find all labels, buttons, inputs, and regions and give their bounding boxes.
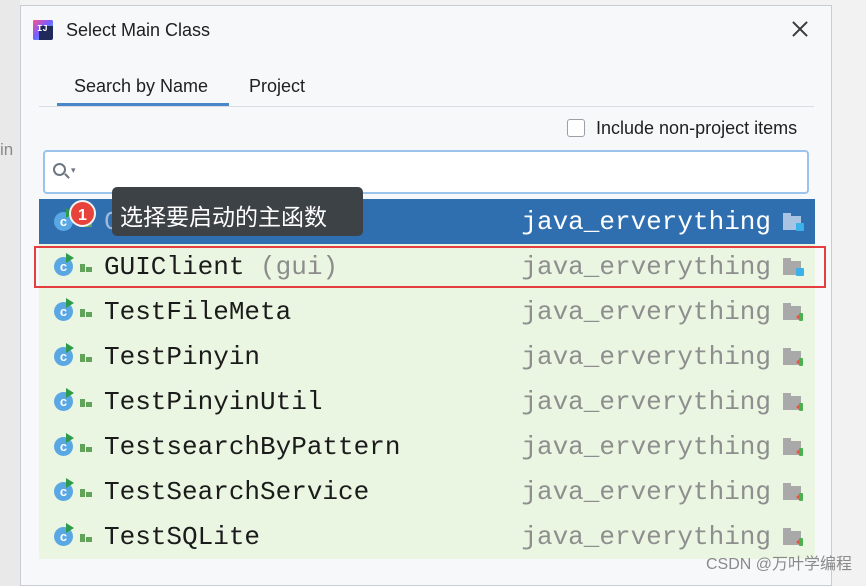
test-module-folder-icon [783,483,805,501]
result-row[interactable]: c TestFileMeta java_erverything [39,289,815,334]
annotation-step-badge: 1 [69,200,96,227]
background-window-edge [0,0,20,586]
include-non-project-label[interactable]: Include non-project items [596,118,797,139]
result-module-name: java_erverything [521,207,771,237]
runnable-class-icon: c [54,478,74,502]
tab-bar: Search by Name Project [39,66,814,107]
access-modifier-icon [80,444,92,452]
access-modifier-icon [80,489,92,497]
runnable-class-icon: c [54,253,74,277]
access-modifier-icon [80,534,92,542]
background-text-fragment: in [0,140,14,159]
test-module-folder-icon [783,348,805,366]
result-module-name: java_erverything [521,297,771,327]
result-module-name: java_erverything [521,252,771,282]
access-modifier-icon [80,354,92,362]
module-folder-icon [783,213,805,231]
result-row[interactable]: c TestSQLite java_erverything [39,514,815,559]
result-class-name: GUIClient (gui) [104,252,339,282]
dialog-title: Select Main Class [66,20,211,40]
include-non-project-checkbox[interactable] [567,119,585,137]
access-modifier-icon [80,309,92,317]
tab-search-by-name[interactable]: Search by Name [74,76,208,97]
result-class-name: TestPinyinUtil [104,387,323,417]
search-history-dropdown-icon[interactable]: ▾ [71,165,76,176]
annotation-tooltip: 选择要启动的主函数 [112,187,363,236]
runnable-class-icon: c [54,343,74,367]
result-row[interactable]: c TestPinyinUtil java_erverything [39,379,815,424]
result-row[interactable]: c TestPinyin java_erverything [39,334,815,379]
result-class-name: TestPinyin [104,342,261,372]
result-class-name: TestFileMeta [104,297,292,327]
select-main-class-dialog: IJ Select Main Class Search by Name Proj… [20,5,832,586]
watermark: CSDN @万叶学编程 [705,556,852,573]
result-row[interactable]: c GUIClient (gui) java_erverything [39,244,815,289]
dialog-titlebar: IJ Select Main Class [21,6,831,54]
test-module-folder-icon [783,438,805,456]
runnable-class-icon: c [54,433,74,457]
result-row[interactable]: c TestSearchService java_erverything [39,469,815,514]
result-module-name: java_erverything [521,522,771,552]
search-icon[interactable] [53,163,66,176]
module-folder-icon [783,258,805,276]
result-class-name: TestsearchByPattern [104,432,401,462]
result-module-name: java_erverything [521,432,771,462]
result-module-name: java_erverything [521,387,771,417]
results-list: cConsoleClientjava_erverythingcGUIClient… [39,199,815,559]
access-modifier-icon [80,399,92,407]
runnable-class-icon: c [54,298,74,322]
test-module-folder-icon [783,393,805,411]
close-icon[interactable] [787,16,813,42]
result-module-name: java_erverything [521,342,771,372]
runnable-class-icon: c [54,388,74,412]
runnable-class-icon: c [54,523,74,547]
access-modifier-icon [80,264,92,272]
result-module-name: java_erverything [521,477,771,507]
intellij-app-icon: IJ [33,20,53,40]
result-class-name: TestSearchService [104,477,370,507]
tab-project[interactable]: Project [249,76,305,97]
result-class-name: TestSQLite [104,522,261,552]
active-tab-underline [57,103,229,106]
test-module-folder-icon [783,303,805,321]
result-row[interactable]: c TestsearchByPattern java_erverything [39,424,815,469]
test-module-folder-icon [783,528,805,546]
